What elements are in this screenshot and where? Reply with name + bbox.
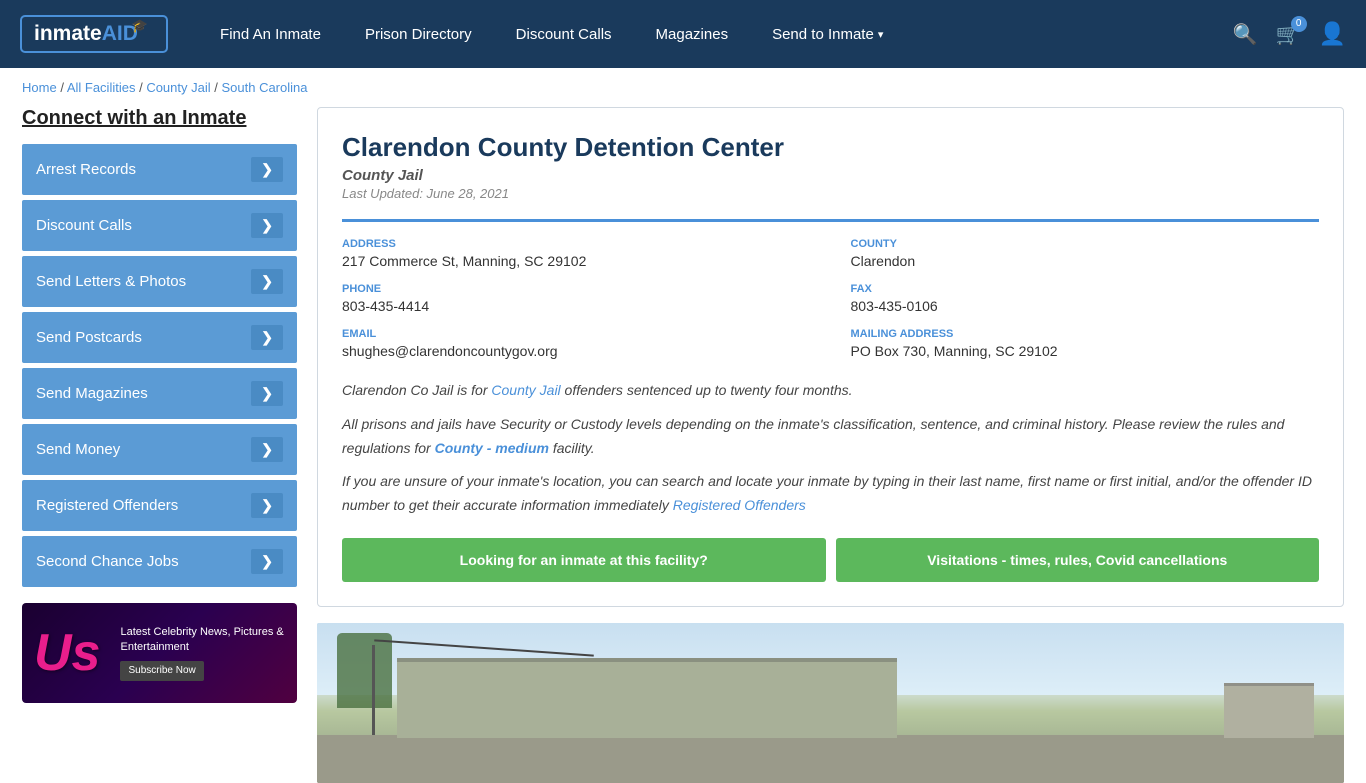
email-value: shughes@clarendoncountygov.org: [342, 343, 811, 359]
facility-desc3: If you are unsure of your inmate's locat…: [342, 470, 1319, 518]
email-label: EMAIL: [342, 328, 811, 340]
nav-find-inmate[interactable]: Find An Inmate: [198, 0, 343, 68]
mailing-value: PO Box 730, Manning, SC 29102: [851, 343, 1320, 359]
visitations-button[interactable]: Visitations - times, rules, Covid cancel…: [836, 538, 1320, 582]
ground-layer: [317, 735, 1344, 783]
sidebar-title: Connect with an Inmate: [22, 107, 297, 130]
mailing-block: MAILING ADDRESS PO Box 730, Manning, SC …: [851, 328, 1320, 359]
breadcrumb-home[interactable]: Home: [22, 80, 57, 95]
nav-links: Find An Inmate Prison Directory Discount…: [198, 0, 1233, 68]
sidebar-label-arrest-records: Arrest Records: [36, 161, 136, 178]
ad-headline: Latest Celebrity News, Pictures & Entert…: [120, 625, 289, 656]
building-main: [397, 658, 897, 738]
action-buttons: Looking for an inmate at this facility? …: [342, 538, 1319, 582]
sidebar-arrow-registered-offenders: ❯: [251, 493, 283, 518]
facility-desc2: All prisons and jails have Security or C…: [342, 413, 1319, 461]
send-to-inmate-chevron: ▾: [878, 28, 884, 41]
sidebar-item-send-postcards[interactable]: Send Postcards ❯: [22, 312, 297, 363]
logo-inmate-text: inmate: [34, 22, 102, 46]
facility-info-grid: ADDRESS 217 Commerce St, Manning, SC 291…: [342, 219, 1319, 359]
address-label: ADDRESS: [342, 238, 811, 250]
mailing-label: MAILING ADDRESS: [851, 328, 1320, 340]
logo-hat-icon: 🎓: [132, 18, 148, 34]
logo[interactable]: inmate AID 🎓: [20, 15, 168, 53]
sidebar-item-send-money[interactable]: Send Money ❯: [22, 424, 297, 475]
breadcrumb-state[interactable]: South Carolina: [221, 80, 307, 95]
cart-icon[interactable]: 🛒 0: [1276, 22, 1301, 47]
sidebar-item-discount-calls[interactable]: Discount Calls ❯: [22, 200, 297, 251]
building-right: [1224, 683, 1314, 738]
facility-card: Clarendon County Detention Center County…: [317, 107, 1344, 607]
search-icon[interactable]: 🔍: [1233, 22, 1258, 47]
fax-label: FAX: [851, 283, 1320, 295]
power-pole: [372, 645, 375, 735]
sidebar-label-send-money: Send Money: [36, 441, 120, 458]
nav-icons: 🔍 🛒 0 👤: [1233, 21, 1346, 47]
nav-prison-directory[interactable]: Prison Directory: [343, 0, 494, 68]
nav-magazines[interactable]: Magazines: [634, 0, 751, 68]
phone-value: 803-435-4414: [342, 298, 811, 314]
address-block: ADDRESS 217 Commerce St, Manning, SC 291…: [342, 238, 811, 269]
phone-block: PHONE 803-435-4414: [342, 283, 811, 314]
facility-desc1: Clarendon Co Jail is for County Jail off…: [342, 379, 1319, 403]
county-value: Clarendon: [851, 253, 1320, 269]
sidebar-item-arrest-records[interactable]: Arrest Records ❯: [22, 144, 297, 195]
sidebar-arrow-second-chance-jobs: ❯: [251, 549, 283, 574]
tree-left: [337, 633, 392, 708]
main-content: Clarendon County Detention Center County…: [317, 107, 1344, 783]
sidebar-label-registered-offenders: Registered Offenders: [36, 497, 178, 514]
cart-badge: 0: [1291, 16, 1307, 32]
sidebar-item-second-chance-jobs[interactable]: Second Chance Jobs ❯: [22, 536, 297, 587]
breadcrumb: Home / All Facilities / County Jail / So…: [0, 68, 1366, 107]
facility-image: [317, 623, 1344, 783]
ad-us-logo: Us: [22, 623, 112, 683]
main-layout: Connect with an Inmate Arrest Records ❯ …: [0, 107, 1366, 783]
county-block: COUNTY Clarendon: [851, 238, 1320, 269]
sidebar-item-send-magazines[interactable]: Send Magazines ❯: [22, 368, 297, 419]
sidebar: Connect with an Inmate Arrest Records ❯ …: [22, 107, 297, 783]
ad-content: Latest Celebrity News, Pictures & Entert…: [112, 617, 297, 690]
phone-label: PHONE: [342, 283, 811, 295]
sidebar-label-send-magazines: Send Magazines: [36, 385, 148, 402]
sidebar-arrow-send-postcards: ❯: [251, 325, 283, 350]
sidebar-label-second-chance-jobs: Second Chance Jobs: [36, 553, 179, 570]
sidebar-item-send-letters[interactable]: Send Letters & Photos ❯: [22, 256, 297, 307]
county-label: COUNTY: [851, 238, 1320, 250]
sidebar-arrow-send-letters: ❯: [251, 269, 283, 294]
sidebar-arrow-arrest-records: ❯: [251, 157, 283, 182]
county-jail-link[interactable]: County Jail: [491, 382, 560, 398]
sidebar-label-discount-calls: Discount Calls: [36, 217, 132, 234]
sidebar-label-send-letters: Send Letters & Photos: [36, 273, 186, 290]
sidebar-arrow-send-magazines: ❯: [251, 381, 283, 406]
county-medium-link[interactable]: County - medium: [435, 440, 549, 456]
address-value: 217 Commerce St, Manning, SC 29102: [342, 253, 811, 269]
navbar: inmate AID 🎓 Find An Inmate Prison Direc…: [0, 0, 1366, 68]
sidebar-arrow-discount-calls: ❯: [251, 213, 283, 238]
facility-updated: Last Updated: June 28, 2021: [342, 186, 1319, 201]
ad-banner[interactable]: Us Latest Celebrity News, Pictures & Ent…: [22, 603, 297, 703]
sidebar-item-registered-offenders[interactable]: Registered Offenders ❯: [22, 480, 297, 531]
nav-discount-calls[interactable]: Discount Calls: [494, 0, 634, 68]
email-block: EMAIL shughes@clarendoncountygov.org: [342, 328, 811, 359]
facility-type: County Jail: [342, 167, 1319, 184]
breadcrumb-county-jail[interactable]: County Jail: [146, 80, 210, 95]
sidebar-arrow-send-money: ❯: [251, 437, 283, 462]
send-to-inmate-label: Send to Inmate: [772, 26, 874, 43]
nav-send-to-inmate[interactable]: Send to Inmate ▾: [750, 0, 905, 68]
sidebar-label-send-postcards: Send Postcards: [36, 329, 142, 346]
user-icon[interactable]: 👤: [1319, 21, 1346, 47]
ad-cta[interactable]: Subscribe Now: [120, 661, 203, 681]
facility-name: Clarendon County Detention Center: [342, 132, 1319, 163]
fax-block: FAX 803-435-0106: [851, 283, 1320, 314]
breadcrumb-all-facilities[interactable]: All Facilities: [67, 80, 136, 95]
registered-offenders-link[interactable]: Registered Offenders: [673, 497, 806, 513]
fax-value: 803-435-0106: [851, 298, 1320, 314]
looking-for-inmate-button[interactable]: Looking for an inmate at this facility?: [342, 538, 826, 582]
